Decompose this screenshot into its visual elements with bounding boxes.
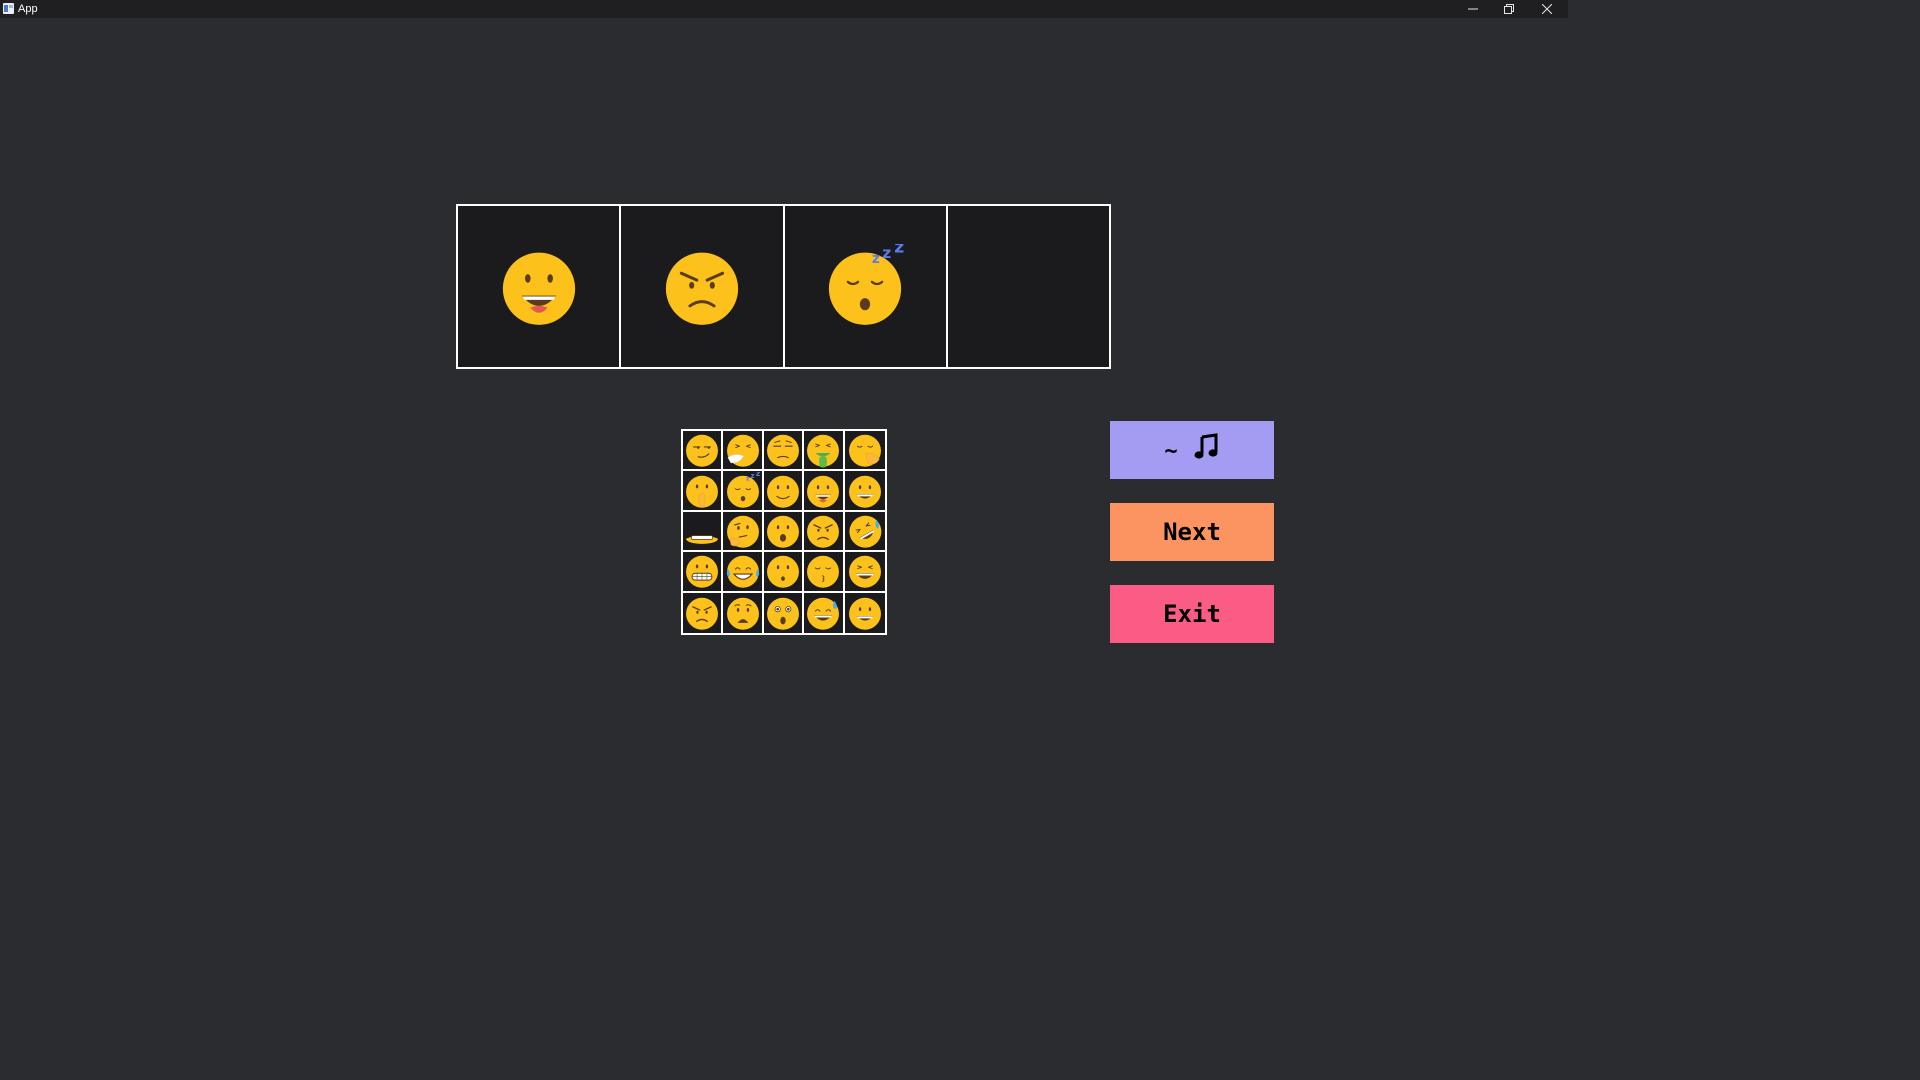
picker-smirking-face[interactable]	[683, 431, 724, 472]
emoji-picker-grid: zzz	[681, 429, 887, 635]
emoji-sequence: zzz	[456, 204, 1111, 369]
smirking-face-emoji	[683, 431, 721, 469]
grinning-face-with-sweat-emoji	[804, 594, 842, 632]
picker-face-with-tears-of-joy[interactable]	[723, 552, 764, 593]
picker-anguished-face[interactable]	[723, 592, 764, 633]
picker-grinning-squinting-face[interactable]	[844, 552, 885, 593]
angry-face-emoji	[683, 594, 721, 632]
kissing-face-emoji	[804, 552, 842, 590]
anguished-face-emoji	[724, 594, 762, 632]
title-bar: App	[0, 0, 1568, 18]
thinking-face-emoji	[724, 512, 762, 550]
slightly-smiling-face-emoji	[764, 472, 802, 510]
astonished-face-emoji	[764, 594, 802, 632]
picker-grinning-face[interactable]	[844, 471, 885, 512]
grinning-face-big-eyes-emoji	[496, 244, 582, 330]
picker-melting-grimacing-face[interactable]	[683, 511, 724, 553]
picker-shushing-face[interactable]	[683, 471, 724, 512]
face-with-open-mouth-emoji	[764, 512, 802, 550]
app-icon	[3, 3, 14, 14]
picker-kissing-face[interactable]	[804, 552, 845, 593]
svg-text:z: z	[872, 250, 880, 266]
face-with-tears-of-joy-emoji	[724, 552, 762, 590]
sleeping-face-emoji: zzz	[724, 471, 762, 510]
grinning-face-big-eyes-emoji	[804, 472, 842, 510]
shushing-face-emoji	[683, 472, 721, 510]
picker-rolling-on-floor-laughing[interactable]	[844, 512, 885, 553]
svg-text:z: z	[746, 475, 750, 482]
picker-sneezing-face[interactable]	[723, 431, 764, 472]
close-icon[interactable]	[1529, 0, 1565, 18]
grinning-face-emoji	[846, 594, 884, 632]
grinning-face-emoji	[846, 472, 884, 510]
grimacing-face-emoji	[683, 552, 721, 590]
picker-grimacing-face[interactable]	[683, 552, 724, 593]
window-title: App	[18, 3, 38, 15]
svg-text:z: z	[750, 472, 754, 480]
svg-text:z: z	[894, 244, 904, 258]
rolling-on-floor-laughing-emoji	[846, 512, 884, 550]
restore-icon[interactable]	[1491, 0, 1527, 18]
grinning-squinting-face-emoji	[846, 552, 884, 590]
unamused-face-emoji	[764, 431, 802, 469]
music-note-icon	[1192, 433, 1220, 467]
minimize-icon[interactable]	[1455, 0, 1491, 18]
picker-grinning-face-big-eyes[interactable]	[804, 471, 845, 512]
next-button[interactable]: Next	[1110, 503, 1274, 561]
sneezing-face-emoji	[724, 431, 762, 469]
picker-hushed-face[interactable]	[763, 552, 805, 593]
sleeping-face-emoji: zzz	[822, 237, 908, 330]
sequence-slot[interactable]	[621, 206, 785, 367]
picker-face-with-hand-over-mouth[interactable]	[844, 431, 885, 472]
picker-unamused-face[interactable]	[763, 431, 805, 472]
picker-grinning-face-with-sweat[interactable]	[804, 592, 845, 633]
sequence-slot[interactable]	[458, 206, 622, 367]
svg-text:z: z	[882, 244, 891, 262]
picker-sleeping-face[interactable]: zzz	[723, 471, 764, 512]
picker-angry-face[interactable]	[683, 592, 724, 633]
music-prefix: ~	[1164, 438, 1178, 464]
picker-angry-face[interactable]	[804, 511, 845, 553]
angry-face-emoji	[804, 512, 842, 550]
picker-face-with-open-mouth[interactable]	[763, 511, 805, 553]
vomiting-face-emoji	[804, 431, 842, 469]
sequence-slot[interactable]: zzz	[785, 206, 948, 367]
sequence-slot[interactable]	[948, 206, 1109, 367]
face-with-hand-over-mouth-emoji	[846, 431, 884, 469]
angry-face-emoji	[659, 244, 745, 330]
melting-grimacing-face-emoji	[683, 512, 721, 550]
music-button[interactable]: ~	[1110, 421, 1274, 479]
picker-grinning-face[interactable]	[845, 593, 885, 633]
svg-text:z: z	[756, 472, 761, 478]
picker-astonished-face[interactable]	[764, 592, 805, 633]
picker-vomiting-face[interactable]	[804, 431, 845, 472]
hushed-face-emoji	[764, 552, 802, 590]
exit-button[interactable]: Exit	[1110, 585, 1274, 643]
picker-thinking-face[interactable]	[723, 511, 764, 553]
picker-slightly-smiling-face[interactable]	[763, 471, 805, 512]
